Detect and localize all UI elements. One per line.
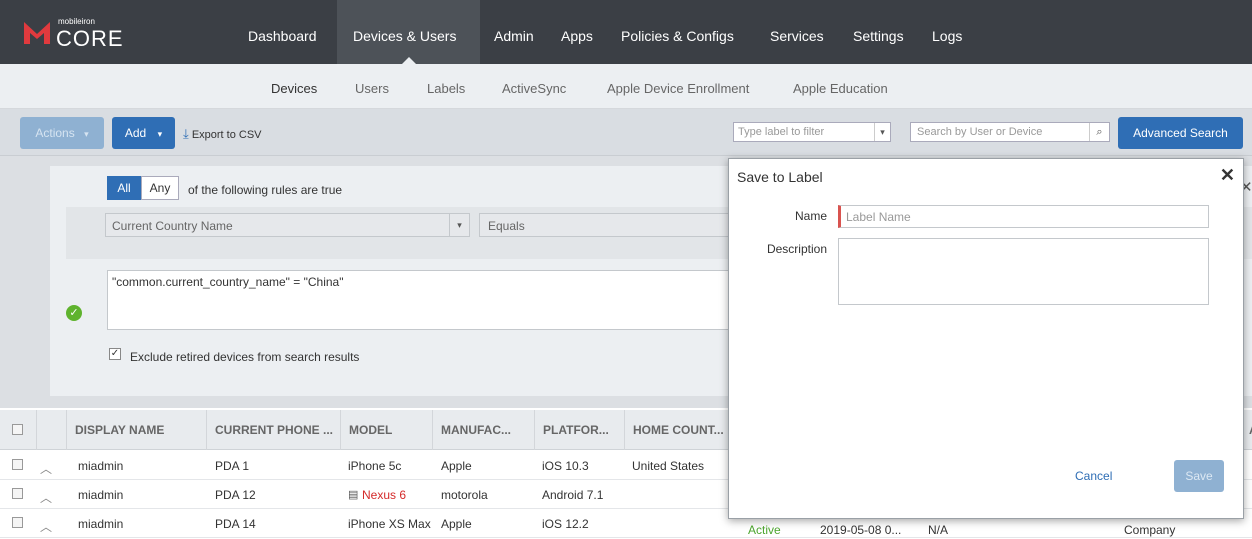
export-label: Export to CSV xyxy=(191,129,262,141)
label-name-input[interactable]: Label Name xyxy=(838,205,1209,228)
chevron-down-icon[interactable]: ▾ xyxy=(449,214,469,236)
dialog-title: Save to Label xyxy=(737,169,823,185)
tab-apple-education[interactable]: Apple Education xyxy=(793,81,888,96)
cell-display-name: miadmin xyxy=(78,488,124,502)
actions-button[interactable]: Actions ▾ xyxy=(20,117,104,149)
search-icon[interactable]: ⌕ xyxy=(1089,123,1109,141)
cell-date: 2019-05-08 0... xyxy=(820,523,902,537)
add-button[interactable]: Add ▾ xyxy=(112,117,175,149)
expand-caret-icon[interactable]: ︿ xyxy=(40,518,52,535)
download-icon: ⤓ xyxy=(183,126,189,141)
tab-users[interactable]: Users xyxy=(355,81,389,96)
cell-model[interactable]: iPhone XS Max xyxy=(348,517,431,531)
operator-select-value: Equals xyxy=(488,219,525,233)
description-label: Description xyxy=(766,242,827,256)
cell-manufacturer: motorola xyxy=(441,488,488,502)
cell-extra: N/A xyxy=(928,523,949,537)
name-label: Name xyxy=(794,209,827,223)
exclude-retired-label: Exclude retired devices from search resu… xyxy=(130,350,360,364)
nav-settings[interactable]: Settings xyxy=(853,0,904,64)
expand-caret-icon[interactable]: ︿ xyxy=(40,460,52,477)
rules-text: of the following rules are true xyxy=(188,183,343,197)
row-checkbox[interactable] xyxy=(12,459,23,470)
field-select-value: Current Country Name xyxy=(112,219,233,233)
expand-column-header xyxy=(36,410,66,450)
brand-name-big: CORE xyxy=(56,26,124,51)
close-icon[interactable]: ✕ xyxy=(1220,165,1235,186)
tab-activesync[interactable]: ActiveSync xyxy=(502,81,566,96)
cell-display-name: miadmin xyxy=(78,517,124,531)
brand-name-small: mobileiron xyxy=(58,17,95,26)
top-navigation: mobileiron CORE Dashboard Devices & User… xyxy=(0,0,1252,64)
cell-platform: Android 7.1 xyxy=(542,488,604,502)
column-home-country[interactable]: HOME COUNT... xyxy=(624,410,734,450)
column-platform[interactable]: PLATFOR... xyxy=(534,410,624,450)
cell-model[interactable]: Nexus 6 xyxy=(362,488,406,502)
valid-check-icon: ✓ xyxy=(66,305,82,321)
select-all-checkbox[interactable] xyxy=(12,424,23,435)
cell-display-name: miadmin xyxy=(78,459,124,473)
add-label: Add xyxy=(124,126,147,140)
tab-devices[interactable]: Devices xyxy=(271,81,317,96)
expand-caret-icon[interactable]: ︿ xyxy=(40,489,52,506)
cell-model[interactable]: iPhone 5c xyxy=(348,459,401,473)
label-name-placeholder: Label Name xyxy=(846,210,911,224)
cell-platform: iOS 12.2 xyxy=(542,517,589,531)
nav-policies-configs[interactable]: Policies & Configs xyxy=(621,0,734,64)
query-textarea[interactable]: "common.current_country_name" = "China" xyxy=(107,270,737,330)
sub-navigation: Devices Users Labels ActiveSync Apple De… xyxy=(0,64,1252,109)
cell-manufacturer: Apple xyxy=(441,459,472,473)
chevron-down-icon: ▾ xyxy=(84,129,89,139)
row-checkbox[interactable] xyxy=(12,488,23,499)
actions-label: Actions xyxy=(35,126,75,140)
label-filter-select[interactable]: Type label to filter ▾ xyxy=(733,122,891,142)
cell-phone: PDA 1 xyxy=(215,459,250,473)
chevron-down-icon[interactable]: ▾ xyxy=(874,123,890,141)
device-alert-icon: ▤ xyxy=(348,489,359,501)
nav-logs[interactable]: Logs xyxy=(932,0,962,64)
toolbar: Actions ▾ Add ▾ ⤓ Export to CSV Type lab… xyxy=(0,109,1252,156)
match-any-toggle[interactable]: Any xyxy=(141,176,179,200)
column-model[interactable]: MODEL xyxy=(340,410,432,450)
exclude-retired-checkbox[interactable]: ✓ xyxy=(109,348,121,360)
cell-manufacturer: Apple xyxy=(441,517,472,531)
nav-devices-users[interactable]: Devices & Users xyxy=(337,0,480,64)
cell-platform: iOS 10.3 xyxy=(542,459,589,473)
operator-select[interactable]: Equals xyxy=(479,213,739,237)
label-filter-placeholder: Type label to filter xyxy=(738,126,825,138)
row-checkbox[interactable] xyxy=(12,517,23,528)
tab-labels[interactable]: Labels xyxy=(427,81,465,96)
save-to-label-dialog: Save to Label ✕ Name Label Name Descript… xyxy=(728,158,1244,519)
mobileiron-m-icon xyxy=(24,22,50,44)
cancel-button[interactable]: Cancel xyxy=(1075,469,1112,483)
cell-ownership: Company xyxy=(1124,523,1176,537)
cell-status: Active xyxy=(748,523,781,537)
chevron-down-icon: ▾ xyxy=(157,129,163,139)
tab-apple-device-enrollment[interactable]: Apple Device Enrollment xyxy=(607,81,749,96)
cell-home-country: United States xyxy=(632,459,705,473)
search-input[interactable]: Search by User or Device ⌕ xyxy=(910,122,1110,142)
match-all-toggle[interactable]: All xyxy=(107,176,141,200)
column-display-name[interactable]: DISPLAY NAME xyxy=(66,410,206,450)
field-select[interactable]: Current Country Name ▾ xyxy=(105,213,470,237)
cell-phone: PDA 14 xyxy=(215,517,256,531)
search-placeholder: Search by User or Device xyxy=(917,126,1043,138)
cell-phone: PDA 12 xyxy=(215,488,256,502)
nav-admin[interactable]: Admin xyxy=(494,0,534,64)
nav-dashboard[interactable]: Dashboard xyxy=(234,0,337,64)
mobileiron-logo[interactable]: mobileiron CORE xyxy=(24,12,164,56)
nav-apps[interactable]: Apps xyxy=(561,0,593,64)
description-textarea[interactable] xyxy=(838,238,1209,305)
save-button[interactable]: Save xyxy=(1174,460,1224,492)
query-text: "common.current_country_name" = "China" xyxy=(112,275,344,289)
advanced-search-button[interactable]: Advanced Search xyxy=(1118,117,1243,149)
nav-services[interactable]: Services xyxy=(770,0,824,64)
export-csv-link[interactable]: ⤓ Export to CSV xyxy=(183,126,262,142)
column-manufacturer[interactable]: MANUFAC... xyxy=(432,410,534,450)
column-current-phone[interactable]: CURRENT PHONE ... xyxy=(206,410,340,450)
